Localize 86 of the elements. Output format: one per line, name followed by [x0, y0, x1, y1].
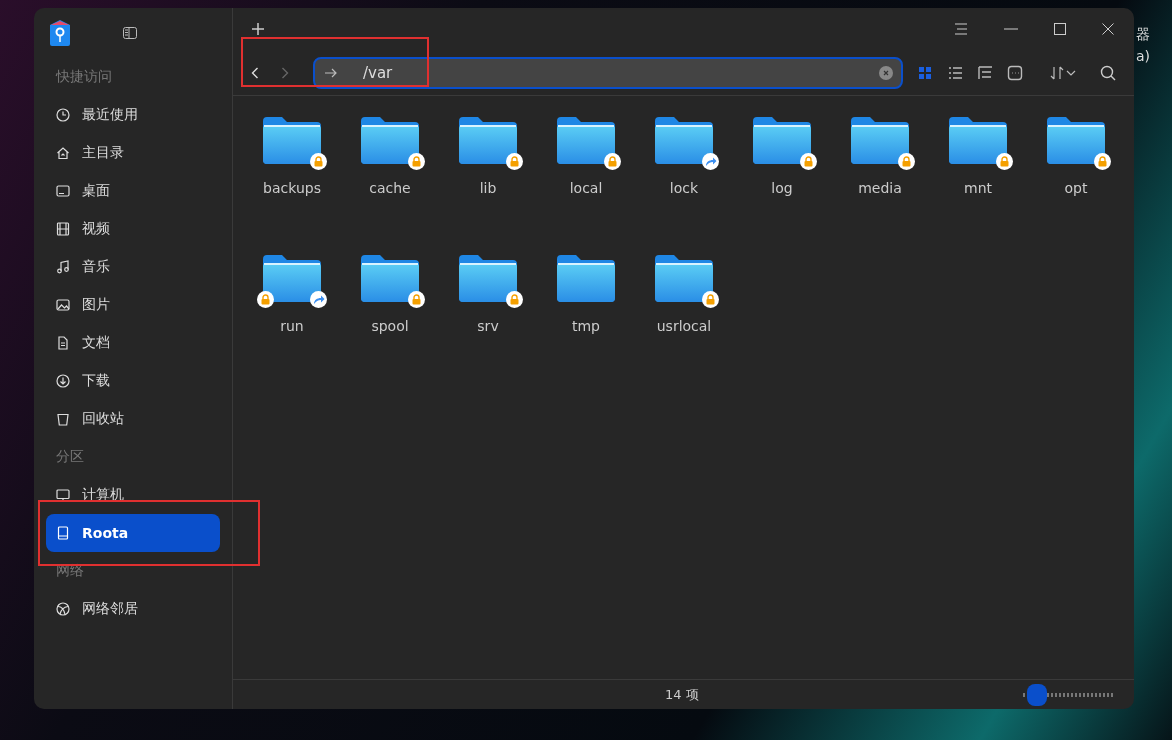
folder-name: log: [771, 180, 793, 196]
sidebar-item[interactable]: 主目录: [46, 134, 220, 172]
folder-item[interactable]: media: [831, 116, 929, 254]
sidebar-item[interactable]: Roota: [46, 514, 220, 552]
folder-name: media: [858, 180, 902, 196]
folder-name: mnt: [964, 180, 992, 196]
folder-icon: [459, 254, 517, 302]
close-icon[interactable]: [1102, 23, 1114, 35]
folder-name: lib: [479, 180, 497, 196]
app-logo-icon: [47, 19, 73, 47]
desktop-label: 器: [1136, 26, 1151, 44]
sidebar-group-title: 快捷访问: [54, 67, 113, 86]
folder-item[interactable]: tmp: [537, 254, 635, 392]
maximize-icon[interactable]: [1054, 23, 1066, 35]
folder-icon: [851, 116, 909, 164]
folder-name: srv: [477, 318, 499, 334]
more-view-button[interactable]: [1006, 63, 1024, 82]
folder-icon: [753, 116, 811, 164]
folder-icon: [263, 116, 321, 164]
folder-item[interactable]: log: [733, 116, 831, 254]
folder-item[interactable]: backups: [243, 116, 341, 254]
folder-item[interactable]: local: [537, 116, 635, 254]
sidebar-group-title: 分区: [55, 447, 85, 466]
back-icon[interactable]: [251, 66, 259, 79]
add-tab-icon[interactable]: [251, 22, 265, 36]
sidebar-item[interactable]: 桌面: [46, 172, 220, 210]
sidebar-item[interactable]: 音乐: [46, 248, 220, 286]
address-input[interactable]: /var: [349, 62, 867, 83]
sidebar-toggle-icon[interactable]: [123, 27, 137, 39]
folder-item[interactable]: lock: [635, 116, 733, 254]
globe-icon: [56, 602, 70, 616]
folder-name: run: [280, 318, 304, 334]
sidebar-item[interactable]: 回收站: [46, 400, 220, 438]
folder-item[interactable]: usrlocal: [635, 254, 733, 392]
folder-item[interactable]: lib: [439, 116, 537, 254]
tree-view-button[interactable]: [976, 63, 994, 82]
image-icon: [56, 298, 70, 312]
folder-name: usrlocal: [656, 318, 712, 334]
sidebar-item[interactable]: 下载: [46, 362, 220, 400]
folder-icon: [1047, 116, 1105, 164]
folder-icon: [459, 116, 517, 164]
folder-item[interactable]: run: [243, 254, 341, 392]
folder-icon: [557, 116, 615, 164]
folder-item[interactable]: spool: [341, 254, 439, 392]
folder-name: cache: [369, 180, 411, 196]
folder-icon: [557, 254, 615, 302]
folder-item[interactable]: srv: [439, 254, 537, 392]
folder-name: tmp: [572, 318, 600, 334]
trash-icon: [56, 412, 70, 426]
clear-icon[interactable]: [879, 65, 893, 80]
folder-name: opt: [1064, 180, 1088, 196]
sidebar-item[interactable]: 图片: [46, 286, 220, 324]
desktop-label: a): [1136, 48, 1151, 64]
folder-name: lock: [669, 180, 699, 196]
folder-icon: [655, 254, 713, 302]
arrow-icon: [325, 67, 337, 78]
folder-item[interactable]: cache: [341, 116, 439, 254]
folder-icon: [655, 116, 713, 164]
folder-icon: [361, 254, 419, 302]
sidebar-item[interactable]: 计算机: [46, 476, 220, 514]
sidebar-item[interactable]: 视频: [46, 210, 220, 248]
folder-icon: [949, 116, 1007, 164]
item-count: 14 项: [665, 685, 699, 704]
desktop-icon: [56, 184, 70, 198]
folder-name: backups: [263, 180, 321, 196]
sidebar-item[interactable]: 文档: [46, 324, 220, 362]
folder-item[interactable]: mnt: [929, 116, 1027, 254]
address-field[interactable]: /var: [313, 56, 903, 89]
music-icon: [56, 260, 70, 274]
sidebar-item[interactable]: 网络邻居: [46, 590, 220, 628]
home-icon: [56, 146, 70, 160]
folder-item[interactable]: opt: [1027, 116, 1125, 254]
slider-thumb[interactable]: [1026, 683, 1047, 706]
film-icon: [56, 222, 70, 236]
sort-icon[interactable]: [1050, 65, 1078, 80]
clock-icon: [56, 108, 70, 122]
folder-icon: [361, 116, 419, 164]
menu-icon[interactable]: [954, 23, 968, 35]
folder-icon: [263, 254, 321, 302]
download-icon: [56, 374, 70, 388]
search-icon[interactable]: [1100, 64, 1116, 81]
doc-icon: [56, 336, 70, 350]
folder-name: local: [569, 180, 603, 196]
monitor-icon: [56, 488, 70, 502]
folder-name: spool: [371, 318, 409, 334]
sidebar-item[interactable]: 最近使用: [46, 96, 220, 134]
